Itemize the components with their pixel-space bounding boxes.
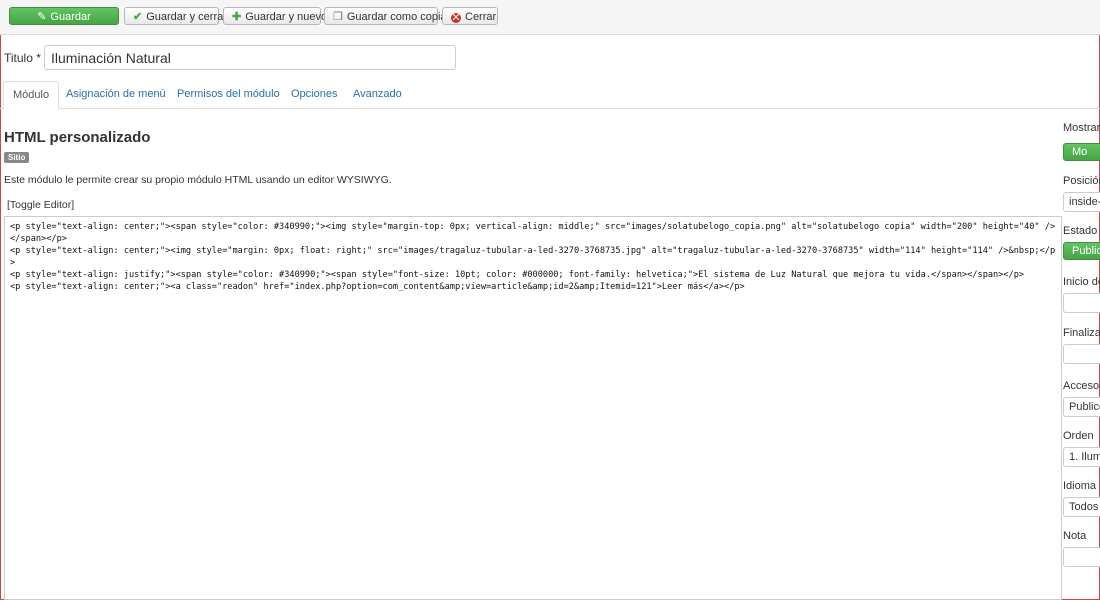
- save-close-button[interactable]: ✔ Guardar y cerrar: [124, 7, 227, 25]
- show-title-toggle[interactable]: Mo: [1063, 143, 1100, 161]
- save-new-label: Guardar y nuevo: [245, 11, 328, 23]
- start-publishing-field[interactable]: [1063, 293, 1100, 313]
- show-title-label: Mostrar: [1063, 122, 1100, 134]
- module-description: Este módulo le permite crear su propio m…: [4, 174, 392, 186]
- tab-advanced[interactable]: Avanzado: [344, 81, 411, 107]
- cancel-icon: ✕: [451, 12, 461, 24]
- tab-module[interactable]: Módulo: [3, 81, 60, 109]
- language-label: Idioma: [1063, 480, 1097, 492]
- check-icon: ✔: [133, 11, 143, 23]
- save-copy-button[interactable]: ❐ Guardar como copia: [324, 7, 447, 25]
- finish-publishing-field[interactable]: [1063, 344, 1100, 364]
- site-badge: Sitio: [4, 152, 30, 163]
- tab-menu-assignment[interactable]: Asignación de menú: [57, 81, 175, 107]
- save-label: Guardar: [50, 11, 91, 23]
- status-label: Estado: [1063, 225, 1098, 237]
- plus-icon: ✚: [232, 11, 242, 23]
- title-label: Titulo *: [4, 51, 41, 65]
- html-code-editor[interactable]: <p style="text-align: center;"><span sty…: [4, 216, 1062, 600]
- copy-icon: ❐: [333, 11, 343, 23]
- close-button[interactable]: ✕ Cerrar: [442, 7, 498, 25]
- title-input[interactable]: [44, 45, 456, 70]
- order-select[interactable]: 1. Ilum: [1063, 447, 1100, 467]
- module-type-heading: HTML personalizado: [4, 129, 151, 146]
- close-label: Cerrar: [465, 11, 497, 23]
- save-copy-label: Guardar como copia: [346, 11, 447, 23]
- language-select[interactable]: Todos: [1063, 497, 1100, 517]
- position-select[interactable]: inside-: [1063, 192, 1100, 212]
- access-label: Acceso: [1063, 380, 1100, 392]
- save-button[interactable]: ✎ Guardar: [9, 7, 119, 25]
- tab-options[interactable]: Opciones: [282, 81, 346, 107]
- toggle-editor-link[interactable]: [Toggle Editor]: [7, 199, 74, 211]
- save-new-button[interactable]: ✚ Guardar y nuevo: [223, 7, 327, 25]
- save-close-label: Guardar y cerrar: [146, 11, 227, 23]
- start-publishing-label: Inicio de: [1063, 276, 1100, 288]
- tab-bar: Módulo Asignación de menú Permisos del m…: [0, 81, 1100, 109]
- finish-publishing-label: Finalizac: [1063, 327, 1100, 339]
- note-label: Nota: [1063, 530, 1087, 542]
- tab-module-permissions[interactable]: Permisos del módulo: [168, 81, 289, 107]
- note-field[interactable]: [1063, 547, 1100, 567]
- position-label: Posición: [1063, 175, 1100, 187]
- status-select[interactable]: Publica: [1063, 242, 1100, 260]
- edit-icon: ✎: [37, 11, 47, 23]
- order-label: Orden: [1063, 430, 1094, 442]
- access-select[interactable]: Publico: [1063, 397, 1100, 417]
- toolbar: ✎ Guardar ✔ Guardar y cerrar ✚ Guardar y nu…: [0, 0, 1100, 35]
